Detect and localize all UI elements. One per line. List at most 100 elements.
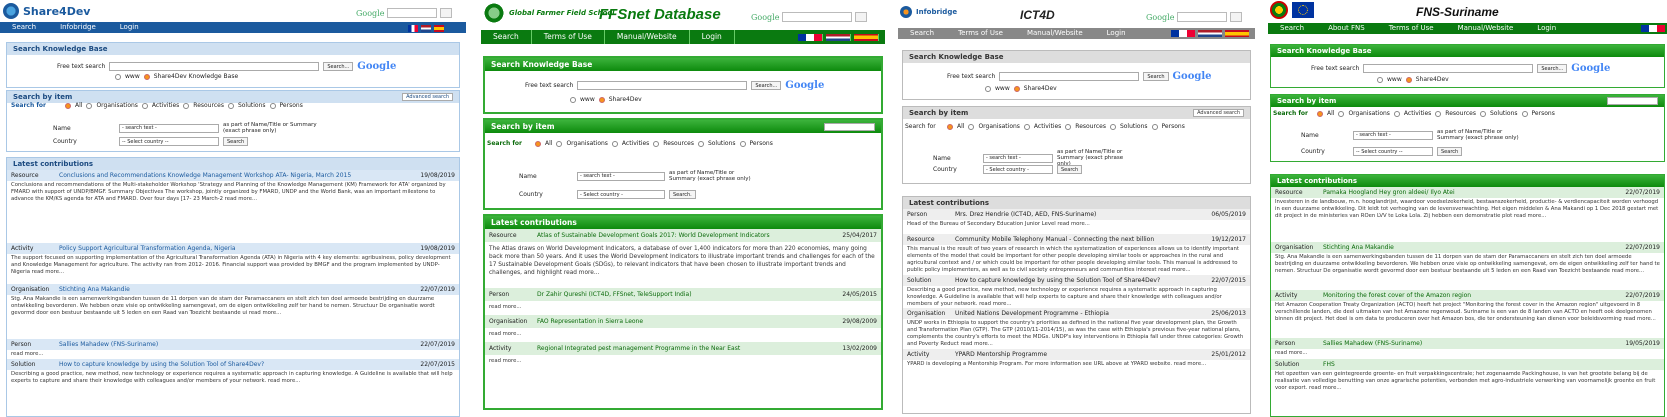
contribution-header[interactable]: Organisation United Nations Development P… — [903, 308, 1250, 319]
nav-login[interactable]: Login — [1525, 23, 1568, 34]
name-input[interactable]: - search text - — [577, 171, 665, 181]
www-radio[interactable] — [1377, 76, 1383, 83]
item-title[interactable]: Stichting Ana Makandie — [1323, 244, 1612, 251]
type-radio-resources[interactable] — [653, 140, 660, 147]
french-flag-icon[interactable] — [408, 25, 418, 32]
type-radio-resources[interactable] — [1065, 123, 1072, 130]
free-text-search-button[interactable]: Search — [1143, 72, 1169, 81]
type-radio-solutions[interactable] — [697, 140, 704, 147]
ffs-logo[interactable]: Global Farmer Field School — [483, 2, 615, 24]
name-input[interactable]: - search text - — [1353, 130, 1433, 140]
dutch-flag-icon[interactable] — [1198, 30, 1222, 37]
advanced-search-button[interactable]: Advanced search — [824, 122, 875, 131]
fns-logos[interactable] — [1270, 1, 1314, 19]
french-flag-icon[interactable] — [1641, 25, 1665, 32]
type-radio-activities[interactable] — [141, 102, 148, 109]
nav-search[interactable]: Search — [1268, 23, 1316, 34]
type-radio-activities[interactable] — [611, 140, 618, 147]
name-input[interactable]: - search text - — [119, 123, 219, 133]
item-title[interactable]: Monitoring the forest cover of the Amazo… — [1323, 292, 1612, 299]
item-title[interactable]: Regional Integrated pest management Prog… — [537, 345, 829, 352]
free-text-search-button[interactable]: Search... — [751, 81, 782, 90]
contribution-header[interactable]: Activity Monitoring the forest cover of t… — [1271, 290, 1664, 301]
nav-search[interactable]: Search — [481, 30, 532, 44]
kb-radio[interactable] — [1013, 85, 1020, 92]
type-radio-resources[interactable] — [183, 102, 190, 109]
kb-radio[interactable] — [1405, 76, 1412, 83]
contribution-header[interactable]: Solution How to capture knowledge by usin… — [903, 275, 1250, 286]
country-select[interactable]: -- Select country -- — [119, 137, 219, 146]
french-flag-icon[interactable] — [1171, 30, 1195, 37]
item-title[interactable]: Pamaka Hoogland Hey gron aldeei/ Ilyo At… — [1323, 189, 1612, 196]
item-title[interactable]: Policy Support Agricultural Transformati… — [59, 245, 407, 252]
google-search-button[interactable] — [1230, 12, 1243, 22]
kb-radio[interactable] — [143, 73, 150, 80]
nav-infobridge[interactable]: Infobridge — [48, 22, 108, 33]
item-title[interactable]: Atlas of Sustainable Development Goals 2… — [537, 232, 829, 239]
www-radio[interactable] — [570, 96, 576, 103]
country-select[interactable]: - Select country - — [577, 190, 665, 199]
item-title[interactable]: FAO Representation in Sierra Leone — [537, 318, 829, 325]
contribution-header[interactable]: Organisation Stichting Ana Makandie 22/07/… — [1271, 242, 1664, 253]
infobridge-logo[interactable]: Infobridge — [900, 6, 957, 18]
item-title[interactable]: United Nations Development Programme - E… — [955, 310, 1198, 317]
contribution-header[interactable]: Person Mrs. Drez Hendrie (ICT4D, AED, FNS… — [903, 209, 1250, 220]
contribution-header[interactable]: Person Sallies Mahadew (FNS-Suriname) 19/0… — [1271, 338, 1664, 349]
www-radio[interactable] — [985, 85, 991, 92]
nav-terms[interactable]: Terms of Use — [532, 30, 605, 44]
nav-about[interactable]: About FNS — [1316, 23, 1377, 34]
name-input[interactable]: - search text - — [983, 153, 1053, 163]
contribution-header[interactable]: Resource Community Mobile Telephony Manua… — [903, 234, 1250, 245]
free-text-search-button[interactable]: Search... — [323, 62, 354, 71]
french-flag-icon[interactable] — [798, 33, 823, 41]
item-title[interactable]: Community Mobile Telephony Manual - Conn… — [955, 236, 1198, 243]
nav-search[interactable]: Search — [0, 22, 48, 33]
item-title[interactable]: How to capture knowledge by using the So… — [59, 361, 407, 368]
type-radio-persons[interactable] — [1521, 110, 1528, 117]
type-radio-all[interactable] — [1317, 110, 1323, 117]
www-radio[interactable] — [115, 73, 121, 80]
nav-login[interactable]: Login — [1095, 28, 1138, 39]
nav-terms[interactable]: Terms of Use — [946, 28, 1015, 39]
contribution-header[interactable]: Resource Conclusions and Recommendations … — [7, 170, 459, 181]
dutch-flag-icon[interactable] — [421, 25, 431, 32]
item-title[interactable]: Sallies Mahadew (FNS-Suriname) — [59, 341, 407, 348]
google-search-input[interactable] — [782, 12, 853, 22]
type-radio-solutions[interactable] — [1479, 110, 1486, 117]
nav-login[interactable]: Login — [108, 22, 151, 33]
type-radio-all[interactable] — [65, 102, 71, 109]
free-text-input[interactable] — [999, 72, 1140, 81]
item-search-button[interactable]: Search — [223, 137, 249, 146]
google-search-button[interactable] — [855, 12, 868, 22]
nav-manual[interactable]: Manual/Website — [1015, 28, 1095, 39]
kb-radio[interactable] — [598, 96, 605, 103]
dutch-flag-icon[interactable] — [826, 33, 851, 41]
contribution-header[interactable]: Person Sallies Mahadew (FNS-Suriname) 22/0… — [7, 339, 459, 350]
contribution-header[interactable]: Activity Policy Support Agricultural Tran… — [7, 243, 459, 254]
item-title[interactable]: Sallies Mahadew (FNS-Suriname) — [1323, 340, 1612, 347]
country-select[interactable]: -- Select country -- — [1353, 147, 1433, 156]
google-search-input[interactable] — [387, 8, 438, 18]
type-radio-solutions[interactable] — [1109, 123, 1116, 130]
contribution-header[interactable]: Person Dr Zahir Qureshi (ICT4D, FFSnet, T… — [485, 288, 881, 301]
contribution-header[interactable]: Solution How to capture knowledge by usin… — [7, 359, 459, 370]
spanish-flag-icon[interactable] — [854, 33, 879, 41]
type-radio-activities[interactable] — [1023, 123, 1030, 130]
type-radio-persons[interactable] — [739, 140, 746, 147]
item-search-button[interactable]: Search — [1057, 165, 1083, 174]
contribution-header[interactable]: Resource Atlas of Sustainable Development… — [485, 229, 881, 242]
type-radio-all[interactable] — [947, 123, 953, 130]
spanish-flag-icon[interactable] — [1225, 30, 1249, 37]
contribution-header[interactable]: Solution FHS — [1271, 359, 1664, 370]
nav-search[interactable]: Search — [898, 28, 946, 39]
item-title[interactable]: Mrs. Drez Hendrie (ICT4D, AED, FNS-Surin… — [955, 211, 1198, 218]
contribution-header[interactable]: Activity Regional Integrated pest managem… — [485, 342, 881, 355]
nav-manual[interactable]: Manual/Website — [1446, 23, 1526, 34]
item-search-button[interactable]: Search. — [669, 190, 696, 199]
type-radio-persons[interactable] — [1151, 123, 1158, 130]
free-text-search-button[interactable]: Search... — [1537, 64, 1568, 73]
item-title[interactable]: FHS — [1323, 361, 1612, 368]
type-radio-persons[interactable] — [269, 102, 276, 109]
type-radio-organisations[interactable] — [86, 102, 93, 109]
item-search-button[interactable]: Search — [1437, 147, 1463, 156]
